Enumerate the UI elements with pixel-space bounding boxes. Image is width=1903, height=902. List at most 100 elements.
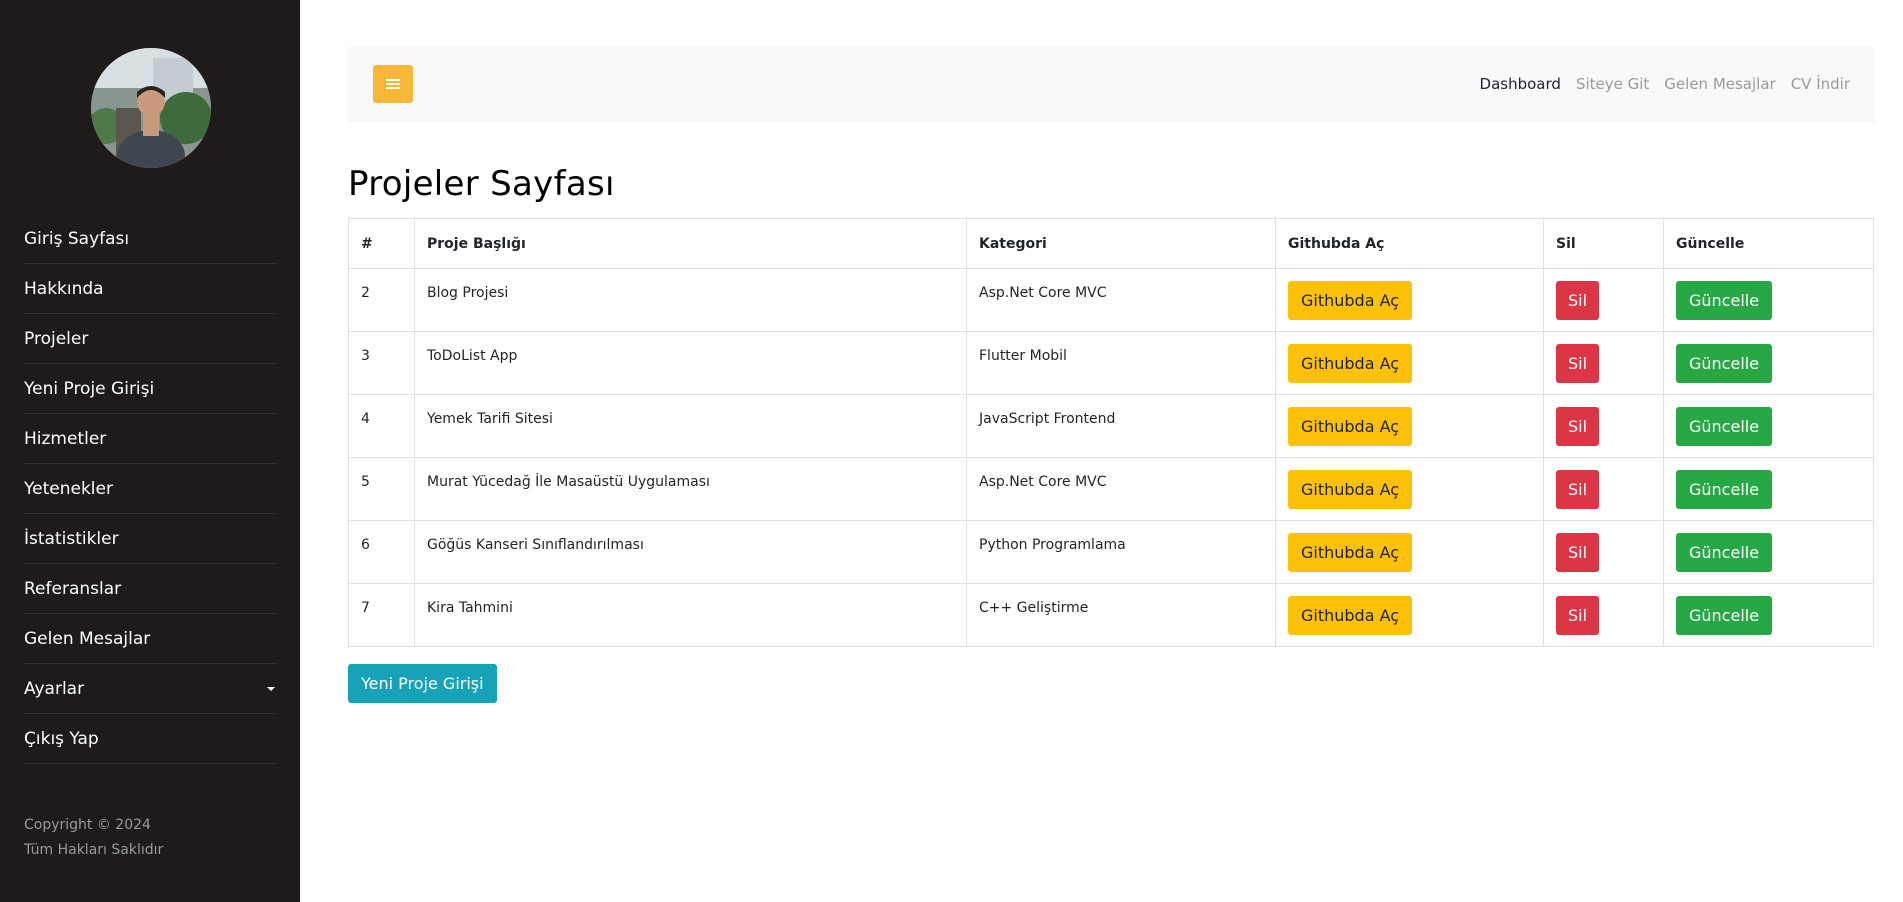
sidebar-item-referanslar[interactable]: Referanslar xyxy=(24,564,277,614)
delete-button[interactable]: Sil xyxy=(1556,407,1600,446)
github-button[interactable]: Githubda Aç xyxy=(1288,533,1413,572)
sidebar-item-giris-sayfasi[interactable]: Giriş Sayfası xyxy=(24,214,277,264)
sidebar-item-label: Hizmetler xyxy=(24,428,107,449)
update-button[interactable]: Güncelle xyxy=(1676,407,1773,446)
cell-category: Asp.Net Core MVC xyxy=(966,457,1276,521)
delete-button[interactable]: Sil xyxy=(1556,533,1600,572)
new-project-button[interactable]: Yeni Proje Girişi xyxy=(348,664,497,703)
cell-title: ToDoList App xyxy=(414,331,967,395)
top-nav-links: Dashboard Siteye Git Gelen Mesajlar CV İ… xyxy=(1480,75,1850,93)
cell-github: Githubda Aç xyxy=(1275,268,1544,332)
projects-table: # Proje Başlığı Kategori Githubda Aç Sil… xyxy=(348,218,1874,647)
sidebar-item-yetenekler[interactable]: Yetenekler xyxy=(24,464,277,514)
github-button[interactable]: Githubda Aç xyxy=(1288,407,1413,446)
cell-title: Blog Projesi xyxy=(414,268,967,332)
sidebar-item-label: İstatistikler xyxy=(24,528,119,549)
github-button[interactable]: Githubda Aç xyxy=(1288,281,1413,320)
column-header-update: Güncelle xyxy=(1663,218,1874,269)
nav-link-dashboard[interactable]: Dashboard xyxy=(1480,75,1561,93)
cell-delete: Sil xyxy=(1543,457,1664,521)
update-button[interactable]: Güncelle xyxy=(1676,281,1773,320)
delete-button[interactable]: Sil xyxy=(1556,281,1600,320)
cell-title: Murat Yücedağ İle Masaüstü Uygulaması xyxy=(414,457,967,521)
nav-link-gelen-mesajlar[interactable]: Gelen Mesajlar xyxy=(1664,75,1775,93)
cell-update: Güncelle xyxy=(1663,520,1874,584)
nav-link-siteye-git[interactable]: Siteye Git xyxy=(1576,75,1649,93)
nav-link-cv-indir[interactable]: CV İndir xyxy=(1791,75,1850,93)
sidebar-nav: Giriş Sayfası Hakkında Projeler Yeni Pro… xyxy=(24,214,277,764)
update-button[interactable]: Güncelle xyxy=(1676,344,1773,383)
sidebar-item-ayarlar[interactable]: Ayarlar xyxy=(24,664,277,714)
cell-id: 7 xyxy=(348,583,415,647)
cell-category: C++ Geliştirme xyxy=(966,583,1276,647)
update-button[interactable]: Güncelle xyxy=(1676,533,1773,572)
sidebar-item-label: Çıkış Yap xyxy=(24,728,99,749)
sidebar-item-cikis-yap[interactable]: Çıkış Yap xyxy=(24,714,277,764)
cell-category: Asp.Net Core MVC xyxy=(966,268,1276,332)
sidebar-item-yeni-proje-girisi[interactable]: Yeni Proje Girişi xyxy=(24,364,277,414)
cell-category: Python Programlama xyxy=(966,520,1276,584)
column-header-github: Githubda Aç xyxy=(1275,218,1544,269)
cell-update: Güncelle xyxy=(1663,457,1874,521)
cell-delete: Sil xyxy=(1543,268,1664,332)
sidebar-item-label: Giriş Sayfası xyxy=(24,228,130,249)
delete-button[interactable]: Sil xyxy=(1556,470,1600,509)
table-header-row: # Proje Başlığı Kategori Githubda Aç Sil… xyxy=(348,218,1874,269)
copyright-text: Copyright © 2024 xyxy=(24,817,151,833)
update-button[interactable]: Güncelle xyxy=(1676,470,1773,509)
cell-category: JavaScript Frontend xyxy=(966,394,1276,458)
sidebar-item-projeler[interactable]: Projeler xyxy=(24,314,277,364)
sidebar-item-label: Yetenekler xyxy=(24,478,113,499)
table-row: 2 Blog Projesi Asp.Net Core MVC Githubda Aç… xyxy=(348,268,1874,332)
sidebar-footer: Copyright © 2024 Tüm Hakları Saklıdır xyxy=(24,813,163,863)
table-row: 3 ToDoList App Flutter Mobil Githubda Aç Sil… xyxy=(348,331,1874,395)
github-button[interactable]: Githubda Aç xyxy=(1288,596,1413,635)
github-button[interactable]: Githubda Aç xyxy=(1288,344,1413,383)
cell-title: Yemek Tarifi Sitesi xyxy=(414,394,967,458)
delete-button[interactable]: Sil xyxy=(1556,596,1600,635)
cell-title: Kira Tahmini xyxy=(414,583,967,647)
sidebar-item-hakkinda[interactable]: Hakkında xyxy=(24,264,277,314)
sidebar: Giriş Sayfası Hakkında Projeler Yeni Pro… xyxy=(0,0,300,902)
top-navbar: Dashboard Siteye Git Gelen Mesajlar CV İ… xyxy=(348,47,1874,120)
cell-id: 4 xyxy=(348,394,415,458)
rights-text: Tüm Hakları Saklıdır xyxy=(24,842,164,858)
table-row: 5 Murat Yücedağ İle Masaüstü Uygulaması As… xyxy=(348,457,1874,521)
cell-github: Githubda Aç xyxy=(1275,331,1544,395)
cell-id: 2 xyxy=(348,268,415,332)
cell-github: Githubda Aç xyxy=(1275,583,1544,647)
cell-id: 5 xyxy=(348,457,415,521)
sidebar-item-label: Ayarlar xyxy=(24,678,85,699)
cell-delete: Sil xyxy=(1543,331,1664,395)
cell-update: Güncelle xyxy=(1663,394,1874,458)
profile-avatar xyxy=(91,48,211,168)
sidebar-item-gelen-mesajlar[interactable]: Gelen Mesajlar xyxy=(24,614,277,664)
sidebar-toggle-button[interactable] xyxy=(373,64,413,103)
column-header-category: Kategori xyxy=(966,218,1276,269)
sidebar-item-hizmetler[interactable]: Hizmetler xyxy=(24,414,277,464)
column-header-title: Proje Başlığı xyxy=(414,218,967,269)
sidebar-item-istatistikler[interactable]: İstatistikler xyxy=(24,514,277,564)
hamburger-icon xyxy=(386,78,400,89)
cell-delete: Sil xyxy=(1543,394,1664,458)
github-button[interactable]: Githubda Aç xyxy=(1288,470,1413,509)
profile-photo-icon xyxy=(91,48,211,168)
sidebar-item-label: Yeni Proje Girişi xyxy=(24,378,155,399)
main-content: Dashboard Siteye Git Gelen Mesajlar CV İ… xyxy=(348,47,1874,703)
column-header-delete: Sil xyxy=(1543,218,1664,269)
cell-github: Githubda Aç xyxy=(1275,457,1544,521)
update-button[interactable]: Güncelle xyxy=(1676,596,1773,635)
cell-category: Flutter Mobil xyxy=(966,331,1276,395)
cell-github: Githubda Aç xyxy=(1275,394,1544,458)
cell-update: Güncelle xyxy=(1663,583,1874,647)
page-title: Projeler Sayfası xyxy=(348,164,615,204)
sidebar-item-label: Referanslar xyxy=(24,578,122,599)
cell-delete: Sil xyxy=(1543,520,1664,584)
table-row: 7 Kira Tahmini C++ Geliştirme Githubda Aç Si… xyxy=(348,583,1874,647)
cell-github: Githubda Aç xyxy=(1275,520,1544,584)
cell-id: 3 xyxy=(348,331,415,395)
column-header-id: # xyxy=(348,218,415,269)
cell-id: 6 xyxy=(348,520,415,584)
delete-button[interactable]: Sil xyxy=(1556,344,1600,383)
sidebar-item-label: Hakkında xyxy=(24,278,104,299)
